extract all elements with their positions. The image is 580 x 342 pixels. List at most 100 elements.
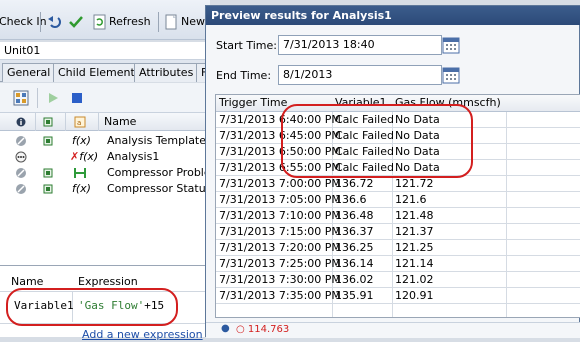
toolbar-separator: [158, 12, 159, 32]
tab-child-elements[interactable]: Child Elements: [53, 63, 146, 82]
results-header: Trigger Time Variable1 Gas Flow (mmscfh): [216, 95, 580, 112]
svg-text:a: a: [77, 119, 81, 127]
refresh-icon[interactable]: [92, 14, 108, 32]
disabled-status-icon: [16, 184, 26, 194]
cell-variable: 136.37: [335, 225, 374, 238]
cell-time: 7/31/2013 7:05:00 PM: [219, 193, 341, 206]
cell-variable: 135.91: [335, 289, 374, 302]
analysis-grid-icon[interactable]: [13, 90, 29, 106]
template-column-icon: a: [74, 116, 86, 128]
tab-attributes[interactable]: Attributes: [134, 63, 199, 82]
toolbar-separator: [40, 12, 41, 32]
enabled-box-icon: [43, 136, 53, 146]
cell-variable: 136.72: [335, 177, 374, 190]
analyses-grid: a Name f(x) Analysis Template9 ✗f(x) Ana…: [0, 113, 214, 265]
table-row[interactable]: 7/31/2013 6:55:00 PM Calc Failed No Data: [216, 160, 580, 176]
enabled-box-icon: [43, 168, 53, 178]
undo-icon[interactable]: [46, 14, 62, 32]
disabled-status-icon: [16, 168, 26, 178]
preview-title: Preview results for Analysis1: [206, 6, 580, 25]
col-trigger-time[interactable]: Trigger Time: [219, 96, 287, 109]
cell-time: 7/31/2013 7:30:00 PM: [219, 273, 341, 286]
table-row[interactable]: 7/31/2013 7:00:00 PM 136.72 121.72: [216, 176, 580, 192]
stop-icon[interactable]: [71, 92, 83, 104]
info-icon: [16, 117, 26, 127]
expression-fx-icon: f(x): [72, 134, 91, 147]
cell-variable: 136.02: [335, 273, 374, 286]
cell-time: 7/31/2013 7:25:00 PM: [219, 257, 341, 270]
analysis-toolbar: [0, 83, 210, 113]
cell-variable: Calc Failed: [335, 129, 394, 142]
grid-name-header[interactable]: Name: [104, 115, 136, 128]
expression-field[interactable]: 'Gas Flow'+15: [78, 299, 164, 312]
new-icon[interactable]: [164, 14, 178, 32]
event-frame-icon: [74, 168, 86, 178]
col-variable1[interactable]: Variable1: [335, 96, 387, 109]
expr-expression-header: Expression: [78, 275, 138, 288]
analysis-name: Analysis1: [107, 150, 160, 163]
divider: [0, 323, 210, 324]
cell-time: 7/31/2013 7:00:00 PM: [219, 177, 341, 190]
start-time-input[interactable]: 7/31/2013 18:40: [278, 35, 442, 55]
table-row[interactable]: 7/31/2013 7:30:00 PM 136.02 121.02: [216, 272, 580, 288]
status-value: ○ 114.763: [236, 324, 290, 335]
table-row[interactable]: 7/31/2013 7:20:00 PM 136.25 121.25: [216, 240, 580, 256]
cell-gas-flow: 121.02: [395, 273, 434, 286]
grid-row[interactable]: f(x) Compressor Status: [0, 181, 212, 197]
cell-gas-flow: 120.91: [395, 289, 434, 302]
grid-row[interactable]: f(x) Analysis Template9: [0, 133, 214, 149]
cell-gas-flow: 121.6: [395, 193, 427, 206]
cell-gas-flow: 121.14: [395, 257, 434, 270]
table-row[interactable]: 7/31/2013 7:25:00 PM 136.14 121.14: [216, 256, 580, 272]
cell-gas-flow: 121.37: [395, 225, 434, 238]
cell-gas-flow: 121.48: [395, 209, 434, 222]
analysis-name: Compressor Proble: [107, 166, 211, 179]
table-row[interactable]: 7/31/2013 7:15:00 PM 136.37 121.37: [216, 224, 580, 240]
play-icon[interactable]: [47, 92, 59, 104]
cell-time: 7/31/2013 7:20:00 PM: [219, 241, 341, 254]
grid-row[interactable]: ✗f(x) Analysis1: [0, 149, 210, 165]
cell-time: 7/31/2013 6:40:00 PM: [219, 113, 341, 126]
add-expression-link[interactable]: Add a new expression: [82, 328, 210, 342]
calendar-icon[interactable]: [442, 36, 460, 54]
start-time-label: Start Time:: [216, 39, 277, 52]
cell-gas-flow: No Data: [395, 145, 440, 158]
calendar-icon[interactable]: [442, 66, 460, 84]
cell-gas-flow: No Data: [395, 113, 440, 126]
cell-time: 7/31/2013 7:35:00 PM: [219, 289, 341, 302]
disabled-status-icon: [16, 136, 26, 146]
table-row[interactable]: 7/31/2013 7:35:00 PM 135.91 120.91: [216, 288, 580, 304]
toolbar-separator: [37, 88, 38, 108]
analysis-name: Analysis Template9: [107, 134, 214, 147]
cell-variable: 136.48: [335, 209, 374, 222]
table-row[interactable]: 7/31/2013 6:50:00 PM Calc Failed No Data: [216, 144, 580, 160]
tab-general[interactable]: General: [2, 63, 56, 82]
main-toolbar: Check In Refresh New: [0, 0, 210, 40]
analysis-name: Compressor Status: [107, 182, 212, 195]
column-divider: [98, 113, 99, 131]
checkmark-icon[interactable]: [68, 14, 84, 32]
table-row[interactable]: 7/31/2013 7:05:00 PM 136.6 121.6: [216, 192, 580, 208]
refresh-button[interactable]: Refresh: [109, 13, 151, 31]
cell-variable: 136.6: [335, 193, 367, 206]
table-row[interactable]: 7/31/2013 6:40:00 PM Calc Failed No Data: [216, 112, 580, 128]
table-row[interactable]: 7/31/2013 7:10:00 PM 136.48 121.48: [216, 208, 580, 224]
new-button[interactable]: New: [181, 13, 205, 31]
expression-operator: +15: [144, 299, 165, 312]
status-number: 114.763: [247, 324, 290, 335]
column-divider: [35, 113, 36, 131]
results-table: Trigger Time Variable1 Gas Flow (mmscfh)…: [215, 94, 580, 318]
table-row[interactable]: 7/31/2013 6:45:00 PM Calc Failed No Data: [216, 128, 580, 144]
table-row-partial[interactable]: [216, 304, 580, 317]
col-gas-flow[interactable]: Gas Flow (mmscfh): [395, 96, 501, 109]
cell-variable: Calc Failed: [335, 113, 394, 126]
cell-gas-flow: 121.25: [395, 241, 434, 254]
end-time-label: End Time:: [216, 69, 272, 82]
cell-variable: 136.25: [335, 241, 374, 254]
end-time-input[interactable]: 8/1/2013: [278, 65, 442, 85]
cell-time: 7/31/2013 6:55:00 PM: [219, 161, 341, 174]
cell-gas-flow: 121.72: [395, 177, 434, 190]
enabled-box-icon: [43, 184, 53, 194]
variable-name-field[interactable]: Variable1: [14, 299, 74, 312]
grid-row[interactable]: Compressor Proble: [0, 165, 211, 181]
